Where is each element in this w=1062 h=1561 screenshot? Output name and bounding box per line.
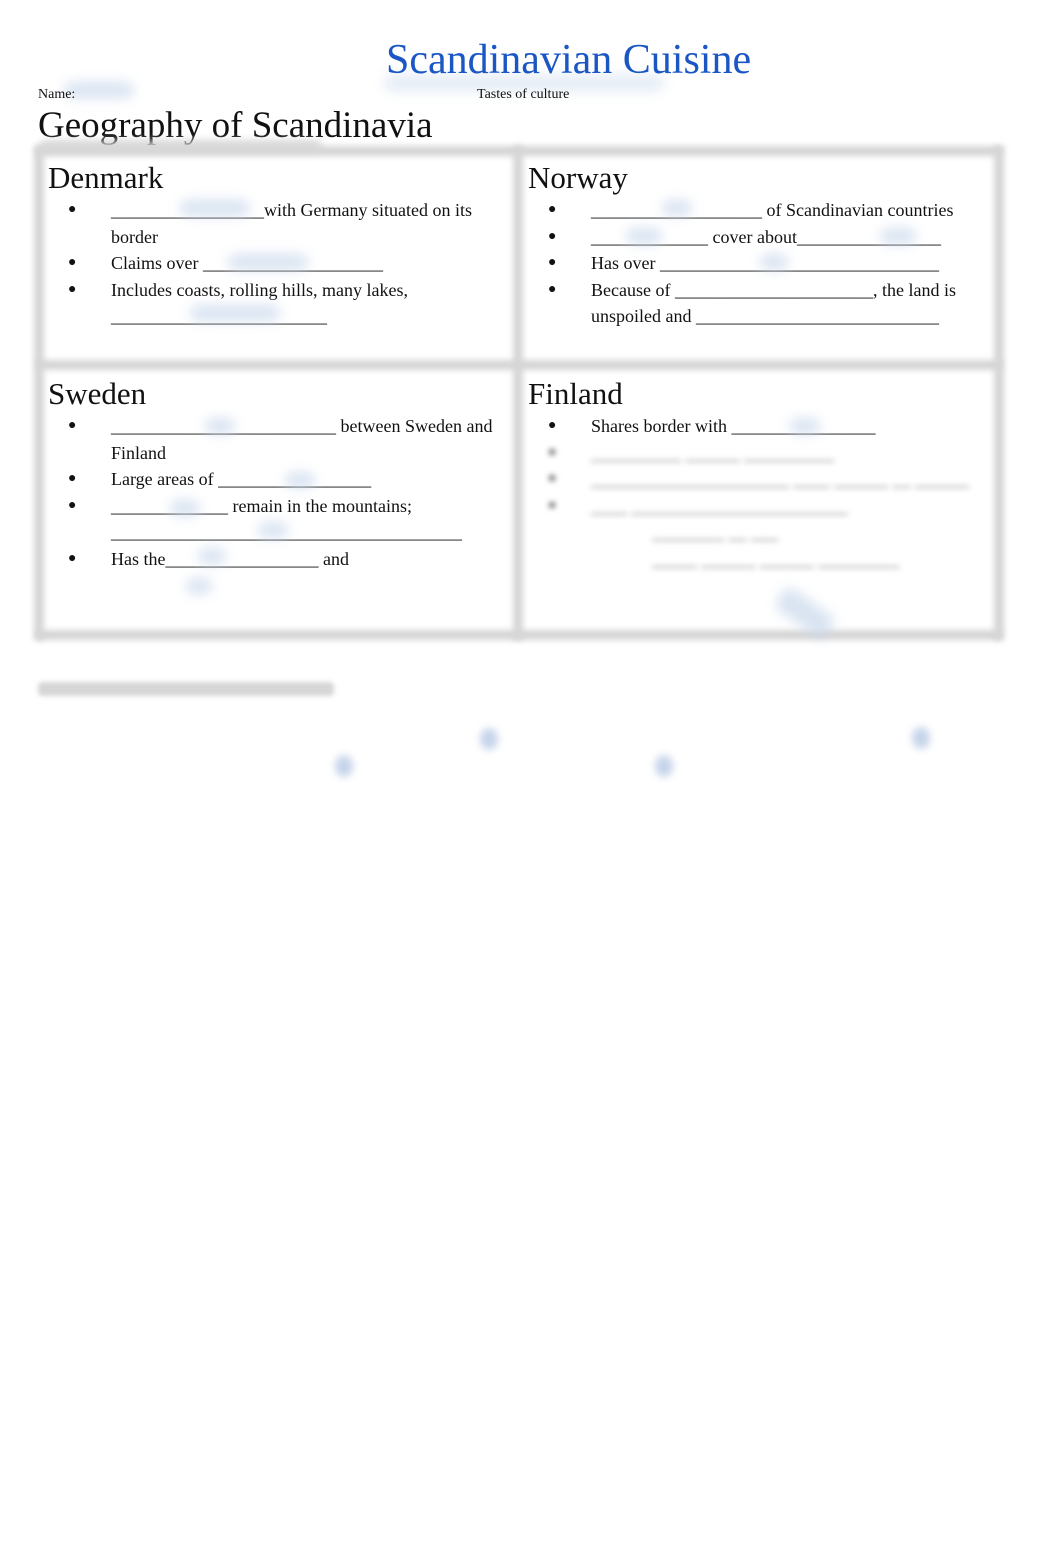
answer-blur xyxy=(760,254,788,270)
bullet-icon: ● xyxy=(68,497,77,513)
answer-blur xyxy=(170,500,200,516)
bullet-icon: ● xyxy=(548,228,557,244)
list-item-blurred: ● ______________________ ____ ______ __ _… xyxy=(528,466,992,493)
finland-list: ● Shares border with ________________ ● __… xyxy=(528,413,992,572)
document-subtitle: Tastes of culture xyxy=(477,87,570,102)
answer-blur xyxy=(626,228,662,244)
answer-blur xyxy=(285,472,315,488)
cell-finland: Finland ● Shares border with ____________… xyxy=(528,376,992,572)
bullet-icon: ● xyxy=(68,255,77,270)
list-item: ● Large areas of _________________ xyxy=(48,466,508,493)
answer-blur xyxy=(228,254,308,270)
bullet-icon: ● xyxy=(68,281,77,297)
answer-blur xyxy=(790,418,820,434)
bullet-icon: ● xyxy=(548,497,557,513)
name-label: Name: xyxy=(38,87,76,102)
answer-blur xyxy=(186,578,212,594)
bullet-icon: ● xyxy=(548,202,557,217)
bullet-icon: ● xyxy=(548,255,557,270)
cell-heading-sweden: Sweden xyxy=(48,376,147,411)
list-item: ● Has the_________________ and xyxy=(48,546,508,573)
answer-blur xyxy=(180,200,250,216)
cell-sweden: Sweden ● _________________________ betwee… xyxy=(48,376,508,572)
list-item: ● _________________with Germany situated … xyxy=(48,197,508,250)
blurred-heading xyxy=(38,682,334,696)
list-item: ● Includes coasts, rolling hills, many la… xyxy=(48,277,508,330)
bullet-icon: ● xyxy=(68,418,77,433)
answer-blur xyxy=(205,418,235,434)
bullet-icon: ● xyxy=(68,202,77,217)
bullet-icon: ● xyxy=(68,471,77,486)
list-item: ● _____________ cover about______________… xyxy=(528,224,992,251)
bullet-icon: ● xyxy=(548,444,557,460)
cell-heading-finland: Finland xyxy=(528,376,623,411)
grid-border-center xyxy=(513,146,523,640)
answer-blur xyxy=(662,200,692,216)
document-title: Scandinavian Cuisine xyxy=(386,37,752,83)
grid-border-left xyxy=(34,146,44,640)
cell-denmark: Denmark ● _________________with Germany s… xyxy=(48,160,508,330)
list-item: ● Because of ______________________, the … xyxy=(528,277,992,330)
answer-blur xyxy=(258,522,288,538)
bullet-icon: ● xyxy=(68,550,77,566)
answer-blur xyxy=(655,755,673,777)
list-item-blurred-sub: ________ __ ___ xyxy=(652,522,778,542)
sweden-list: ● _________________________ between Swede… xyxy=(48,413,508,572)
list-item-blurred: ● ____ ________________________ xyxy=(528,493,992,520)
bullet-icon: ● xyxy=(548,471,557,486)
answer-blur xyxy=(335,755,353,777)
grid-border-right xyxy=(994,146,1004,640)
answer-blur xyxy=(198,548,226,564)
list-item: ● ___________________ of Scandinavian cou… xyxy=(528,197,992,224)
answer-blur xyxy=(912,727,930,749)
list-item-blurred-sub: _____ ______ ______ _________ xyxy=(652,548,900,569)
bullet-icon: ● xyxy=(548,418,557,433)
answer-blur xyxy=(880,228,916,244)
list-item: ● Shares border with ________________ xyxy=(528,413,992,440)
cell-heading-denmark: Denmark xyxy=(48,160,164,195)
bullet-icon: ● xyxy=(548,281,557,297)
cell-norway: Norway ● ___________________ of Scandinav… xyxy=(528,160,992,330)
list-item-blurred: ● __________ ______ __________ xyxy=(528,440,992,467)
cell-heading-norway: Norway xyxy=(528,160,628,195)
answer-blur xyxy=(190,305,280,321)
answer-blur xyxy=(480,728,498,750)
list-item: ● _________________________ between Swede… xyxy=(48,413,508,466)
